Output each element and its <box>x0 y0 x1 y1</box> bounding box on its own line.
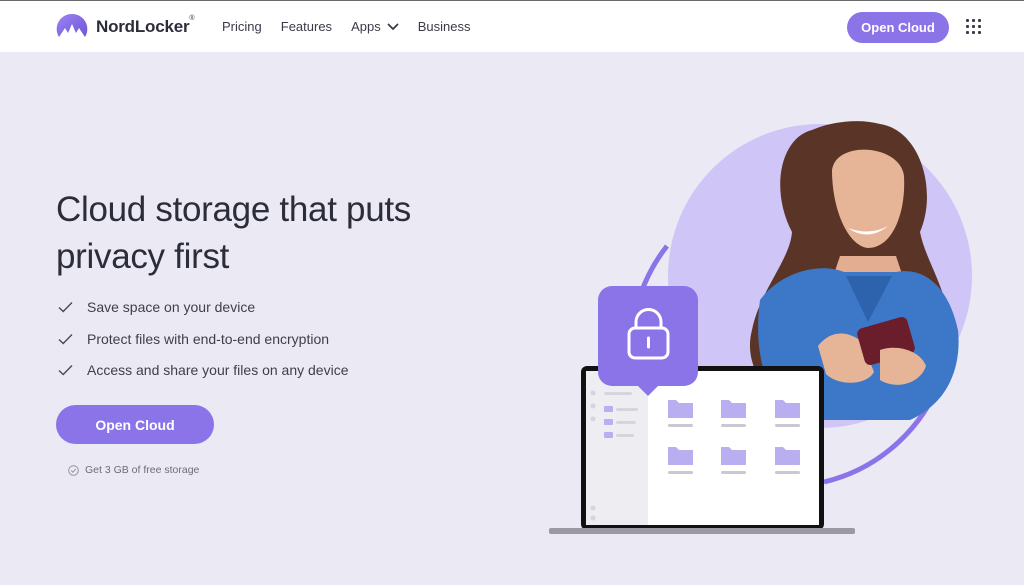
feature-item: Access and share your files on any devic… <box>58 360 348 380</box>
feature-item: Protect files with end-to-end encryption <box>58 329 348 349</box>
check-icon <box>58 365 73 376</box>
nav-apps[interactable]: Apps <box>351 19 399 34</box>
brand-name: NordLocker® <box>96 15 195 36</box>
nav-pricing-label: Pricing <box>222 19 262 34</box>
check-icon <box>58 302 73 313</box>
nav-business-label: Business <box>417 19 471 34</box>
feature-text: Protect files with end-to-end encryption <box>87 330 330 347</box>
free-storage-note: Get 3 GB of free storage <box>68 464 199 476</box>
feature-text: Access and share your files on any devic… <box>87 362 349 378</box>
nav-features[interactable]: Features <box>281 19 332 34</box>
open-cloud-header-button[interactable]: Open Cloud <box>847 12 949 43</box>
feature-item: Save space on your device <box>58 297 348 317</box>
hero-title: Cloud storage that puts privacy first <box>56 190 411 276</box>
feature-text: Save space on your device <box>87 299 256 315</box>
laptop-illustration <box>549 366 855 534</box>
top-navigation-bar: NordLocker® Pricing Features Apps Busine… <box>0 0 1024 52</box>
chevron-down-icon <box>387 23 399 30</box>
main-nav: Pricing Features Apps Business <box>222 19 489 34</box>
nordlocker-logo-icon <box>56 13 88 38</box>
nav-features-label: Features <box>280 19 333 34</box>
open-cloud-hero-button[interactable]: Open Cloud <box>56 405 214 444</box>
check-icon <box>58 333 73 344</box>
nav-pricing[interactable]: Pricing <box>222 19 262 34</box>
hero-illustration <box>549 121 972 534</box>
feature-list: Save space on your device Protect files … <box>58 297 348 392</box>
nav-apps-label: Apps <box>351 19 381 34</box>
check-circle-icon <box>68 464 79 476</box>
apps-grid-icon[interactable] <box>966 19 981 34</box>
nordlocker-logo[interactable]: NordLocker® <box>56 13 195 41</box>
free-storage-text: Get 3 GB of free storage <box>85 464 200 476</box>
nav-business[interactable]: Business <box>418 19 471 34</box>
lock-icon <box>598 286 698 396</box>
